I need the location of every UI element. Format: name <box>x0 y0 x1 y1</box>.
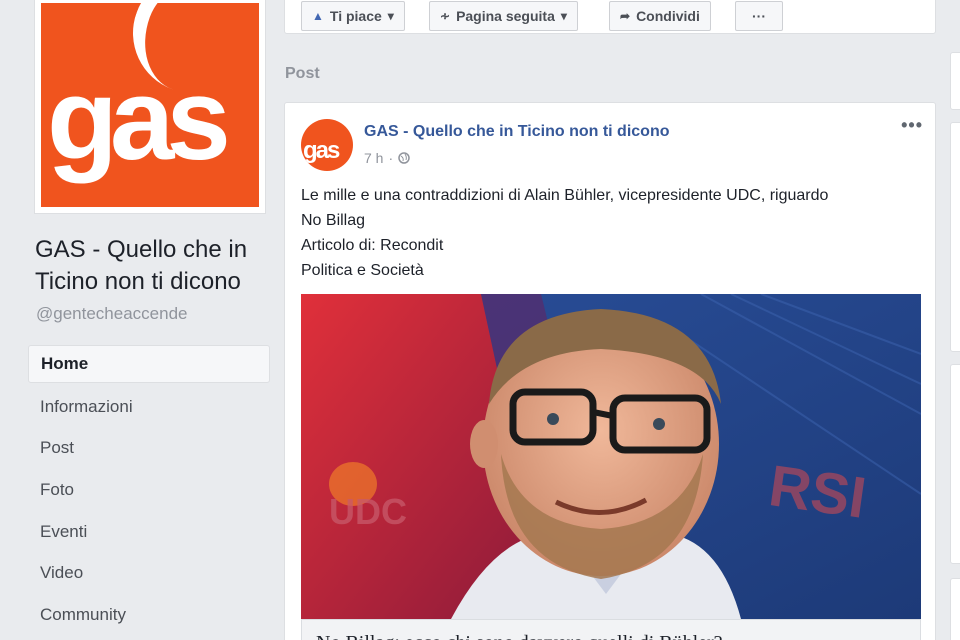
chevron-down-icon: ▾ <box>560 9 567 23</box>
post-text-line: Articolo di: Recondit <box>301 237 444 254</box>
post-text-line: Le mille e una contraddizioni di Alain B… <box>301 187 829 204</box>
page-handle[interactable]: @gentecheaccende <box>36 304 187 324</box>
sidebar-item-foto[interactable]: Foto <box>28 469 270 511</box>
share-label: Condividi <box>636 8 700 24</box>
post-text-line: Politica e Società <box>301 262 424 279</box>
sidebar-item-home[interactable]: Home <box>28 345 270 383</box>
profile-picture[interactable]: gas <box>34 0 266 214</box>
post-body: Le mille e una contraddizioni di Alain B… <box>301 183 921 283</box>
sidebar-item-community[interactable]: Community <box>28 594 270 636</box>
avatar[interactable]: gas <box>301 119 353 171</box>
logo-text: gas <box>47 54 231 184</box>
sidebar-nav: Home Informazioni Post Foto Eventi Video… <box>28 345 270 636</box>
post-meta: 7 h · <box>364 150 410 166</box>
sidebar-item-informazioni[interactable]: Informazioni <box>28 386 270 428</box>
follow-button[interactable]: ∻ Pagina seguita ▾ <box>429 1 578 31</box>
separator-dot: · <box>388 150 394 166</box>
right-rail-card <box>950 52 960 110</box>
sidebar-item-video[interactable]: Video <box>28 552 270 594</box>
more-options-button[interactable]: ··· <box>735 1 783 31</box>
like-button[interactable]: ▲ Ti piace ▾ <box>301 1 405 31</box>
post-author-link[interactable]: GAS - Quello che in Ticino non ti dicono <box>364 123 669 141</box>
post-photo: UDC RSI <box>301 294 921 619</box>
post-timestamp[interactable]: 7 h <box>364 150 383 166</box>
sidebar-item-eventi[interactable]: Eventi <box>28 511 270 553</box>
post-card: gas GAS - Quello che in Ticino non ti di… <box>284 102 936 640</box>
udc-badge: UDC <box>329 491 407 532</box>
share-arrow-icon: ➦ <box>620 9 631 23</box>
right-rail-card <box>950 364 960 564</box>
avatar-text: gas <box>303 137 340 164</box>
rss-icon: ∻ <box>440 9 451 23</box>
thumbs-up-icon: ▲ <box>312 9 324 23</box>
chevron-down-icon: ▾ <box>387 9 394 23</box>
post-options-icon[interactable]: ••• <box>901 115 923 136</box>
globe-icon[interactable] <box>398 152 410 164</box>
gas-logo: gas <box>41 3 259 207</box>
right-rail-card <box>950 122 960 352</box>
post-image[interactable]: UDC RSI <box>301 294 921 619</box>
right-rail-card <box>950 578 960 640</box>
sidebar-item-post[interactable]: Post <box>28 428 270 470</box>
follow-label: Pagina seguita <box>456 8 555 24</box>
page-action-bar: ▲ Ti piace ▾ ∻ Pagina seguita ▾ ➦ Condiv… <box>284 0 936 34</box>
share-button[interactable]: ➦ Condividi <box>609 1 711 31</box>
link-preview-title[interactable]: No Billag: ecco chi sono davvero quelli … <box>301 619 921 640</box>
post-text-line: No Billag <box>301 212 366 229</box>
section-heading: Post <box>285 65 320 82</box>
page-title: GAS - Quello che in Ticino non ti dicono <box>35 236 248 295</box>
right-rail <box>950 50 960 640</box>
rsi-badge: RSI <box>765 453 870 531</box>
like-label: Ti piace <box>329 8 382 24</box>
